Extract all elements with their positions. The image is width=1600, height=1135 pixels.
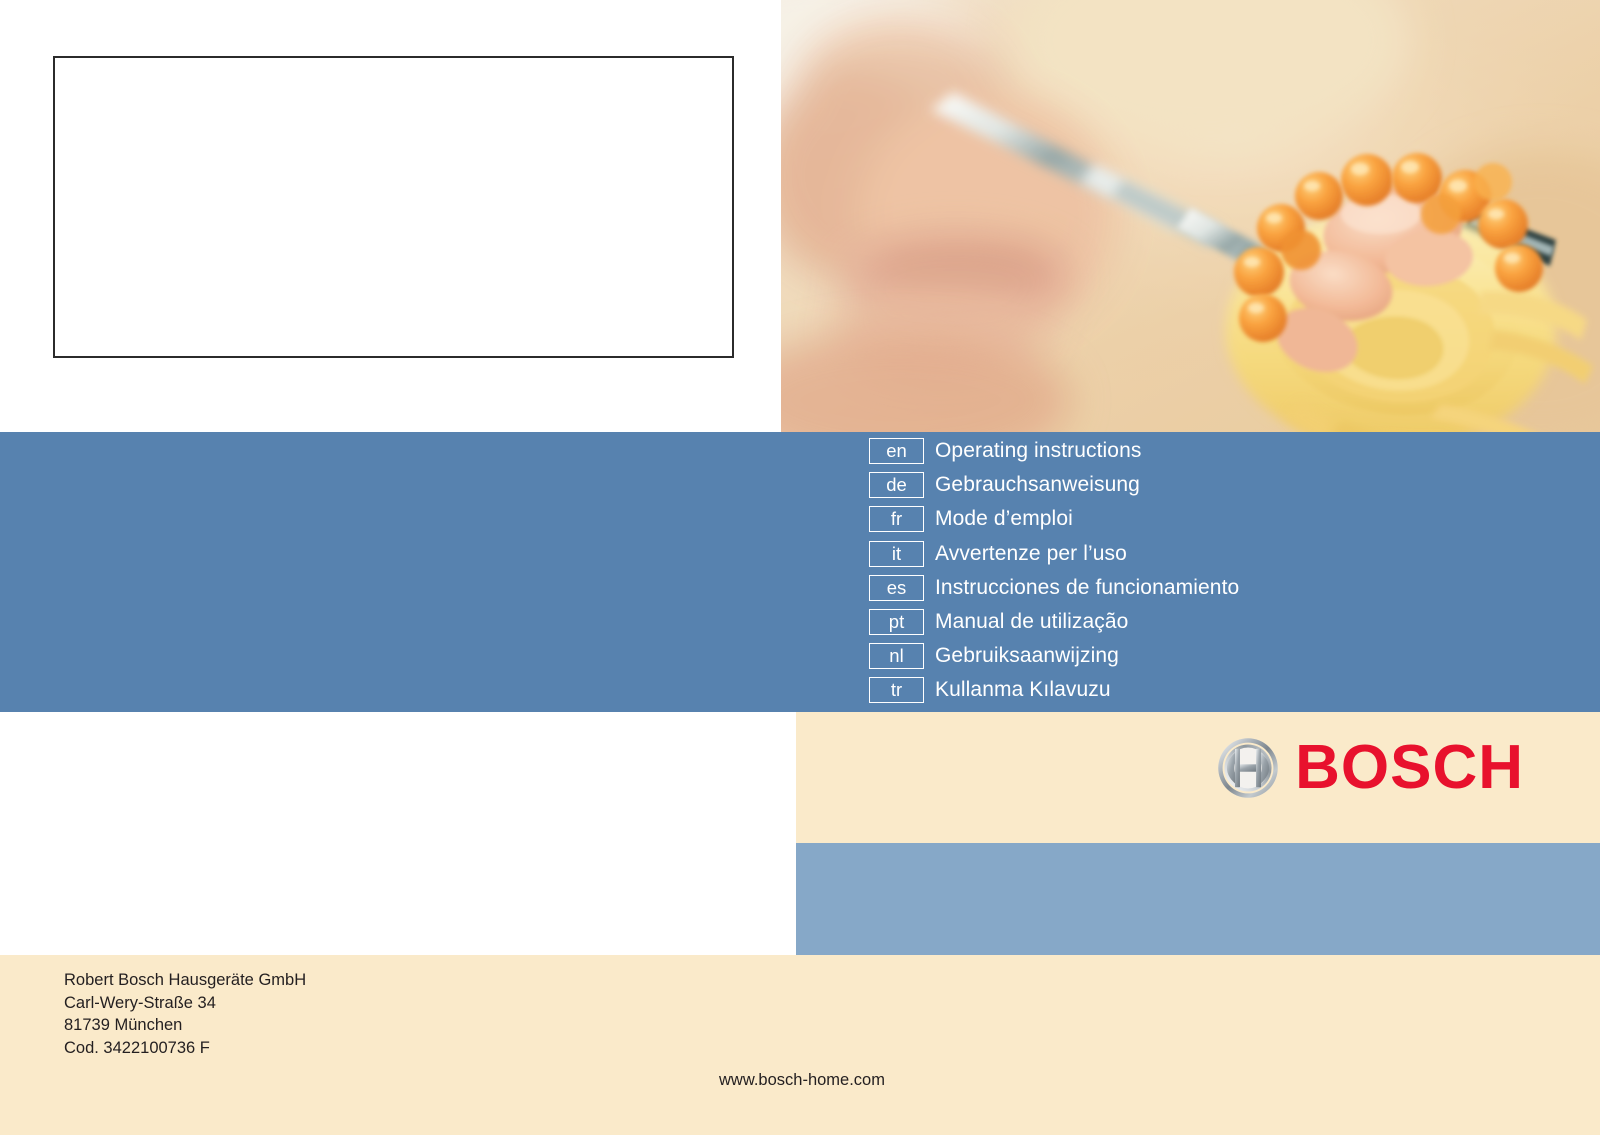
model-label-box — [53, 56, 734, 358]
language-label-tr: Kullanma Kılavuzu — [935, 678, 1111, 702]
food-photo-illustration — [781, 0, 1600, 432]
address-line-code: Cod. 3422100736 F — [64, 1038, 210, 1057]
logo-band: BOSCH — [796, 712, 1600, 843]
list-item[interactable]: fr Mode d’emploi — [869, 502, 1569, 536]
language-list: en Operating instructions de Gebrauchsan… — [869, 434, 1569, 708]
footer: Robert Bosch Hausgeräte GmbH Carl-Wery-S… — [0, 955, 1600, 1135]
bosch-armature-icon — [1218, 738, 1278, 798]
manufacturer-address: Robert Bosch Hausgeräte GmbH Carl-Wery-S… — [64, 969, 306, 1059]
website-url[interactable]: www.bosch-home.com — [0, 1071, 1600, 1090]
address-line-company: Robert Bosch Hausgeräte GmbH — [64, 971, 307, 989]
language-label-en: Operating instructions — [935, 439, 1142, 463]
list-item[interactable]: de Gebrauchsanweisung — [869, 468, 1569, 502]
language-code-fr: fr — [869, 506, 924, 533]
list-item[interactable]: en Operating instructions — [869, 434, 1569, 468]
accent-band-light-blue — [796, 843, 1600, 955]
list-item[interactable]: es Instrucciones de funcionamiento — [869, 571, 1569, 605]
language-code-nl: nl — [869, 643, 924, 670]
language-label-es: Instrucciones de funcionamiento — [935, 575, 1240, 599]
list-item[interactable]: nl Gebruiksaanwijzing — [869, 639, 1569, 673]
address-line-city: 81739 München — [64, 1016, 183, 1035]
language-code-it: it — [869, 540, 924, 567]
language-code-pt: pt — [869, 609, 924, 636]
list-item[interactable]: tr Kullanma Kılavuzu — [869, 673, 1569, 707]
list-item[interactable]: it Avvertenze per l’uso — [869, 537, 1569, 571]
language-code-tr: tr — [869, 677, 924, 704]
address-line-street: Carl-Wery-Straße 34 — [64, 993, 216, 1012]
language-code-de: de — [869, 472, 924, 499]
language-label-de: Gebrauchsanweisung — [935, 473, 1140, 497]
language-label-pt: Manual de utilização — [935, 610, 1129, 634]
list-item[interactable]: pt Manual de utilização — [869, 605, 1569, 639]
language-label-nl: Gebruiksaanwijzing — [935, 644, 1119, 668]
website-url-text: www.bosch-home.com — [719, 1071, 885, 1089]
language-label-fr: Mode d’emploi — [935, 507, 1073, 531]
hero-photo — [781, 0, 1600, 432]
language-code-en: en — [869, 438, 924, 465]
manual-cover-page: en Operating instructions de Gebrauchsan… — [0, 0, 1600, 1135]
language-code-es: es — [869, 574, 924, 601]
bosch-wordmark: BOSCH — [1295, 733, 1524, 802]
bosch-logo: BOSCH — [1217, 737, 1524, 799]
language-label-it: Avvertenze per l’uso — [935, 541, 1127, 565]
